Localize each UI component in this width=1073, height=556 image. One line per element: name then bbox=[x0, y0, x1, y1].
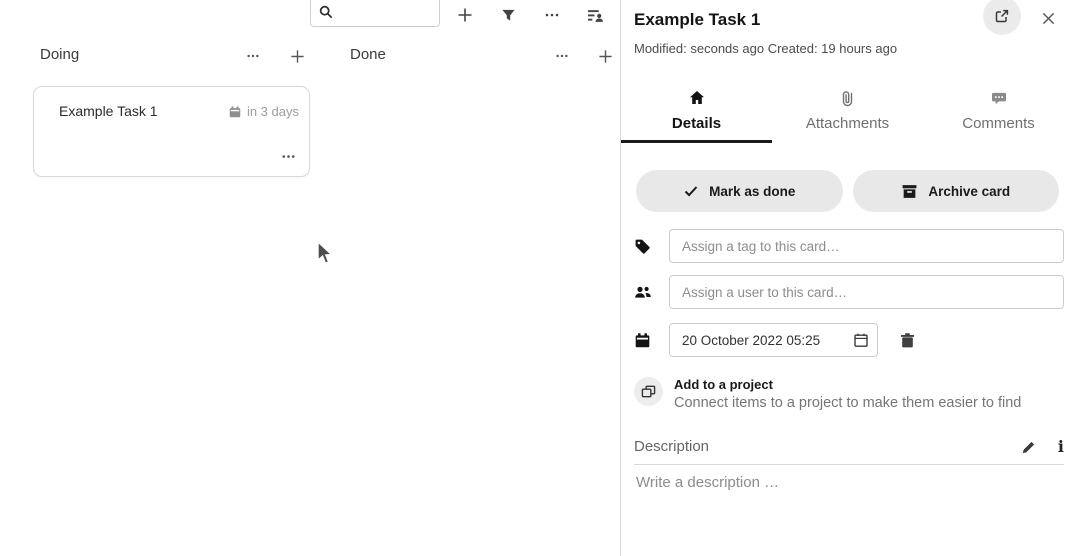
column-done-add-card-button[interactable] bbox=[592, 43, 618, 69]
description-header: Description i bbox=[634, 438, 1064, 465]
archive-card-button[interactable]: Archive card bbox=[853, 170, 1060, 212]
column-title-done: Done bbox=[350, 46, 386, 63]
add-icon bbox=[598, 49, 613, 64]
calendar-icon bbox=[634, 332, 669, 349]
panel-tabs: Details Attachments Comments bbox=[621, 85, 1073, 143]
home-icon bbox=[689, 89, 705, 107]
archive-card-label: Archive card bbox=[928, 184, 1010, 199]
tab-details[interactable]: Details bbox=[621, 85, 772, 143]
add-to-project-subtitle: Connect items to a project to make them … bbox=[674, 395, 1021, 411]
card-details-panel: Example Task 1 Modified: seconds ago Cre… bbox=[620, 0, 1073, 556]
tab-label: Attachments bbox=[806, 115, 889, 132]
tab-attachments[interactable]: Attachments bbox=[772, 85, 923, 143]
due-date-field[interactable]: 20 October 2022 05:25 bbox=[669, 323, 878, 357]
calendar-icon bbox=[228, 105, 242, 119]
tab-label: Comments bbox=[962, 115, 1035, 132]
card-due-label: in 3 days bbox=[247, 104, 299, 119]
due-date-value: 20 October 2022 05:25 bbox=[682, 333, 820, 348]
search-input[interactable] bbox=[310, 0, 440, 27]
user-row bbox=[634, 275, 1064, 309]
panel-title: Example Task 1 bbox=[634, 10, 760, 30]
mark-as-done-label: Mark as done bbox=[709, 184, 795, 199]
search-text[interactable] bbox=[337, 1, 435, 16]
more-icon bbox=[544, 7, 560, 23]
project-icon bbox=[634, 377, 663, 406]
column-doing-add-card-button[interactable] bbox=[284, 43, 310, 69]
check-icon bbox=[683, 183, 699, 199]
card-due-date: in 3 days bbox=[228, 104, 299, 119]
edit-description-button[interactable] bbox=[1021, 440, 1036, 455]
card-list-icon bbox=[587, 7, 604, 24]
date-picker-button[interactable] bbox=[853, 332, 869, 348]
column-doing-menu-button[interactable] bbox=[240, 43, 266, 69]
column-done-menu-button[interactable] bbox=[549, 43, 575, 69]
trash-icon bbox=[899, 332, 916, 349]
board-menu-button[interactable] bbox=[537, 0, 567, 30]
tag-row bbox=[634, 229, 1064, 263]
description-placeholder[interactable]: Write a description … bbox=[636, 474, 779, 491]
tab-label: Details bbox=[672, 115, 721, 132]
assign-user-input[interactable] bbox=[669, 275, 1064, 309]
kanban-board: Doing Done Example Task 1 bbox=[0, 0, 620, 556]
description-info-button[interactable]: i bbox=[1058, 439, 1064, 455]
app-window: Doing Done Example Task 1 bbox=[0, 0, 1073, 556]
description-label: Description bbox=[634, 438, 1021, 455]
export-icon bbox=[994, 8, 1010, 24]
filter-button[interactable] bbox=[493, 0, 523, 30]
open-in-window-button[interactable] bbox=[983, 0, 1021, 35]
more-icon bbox=[555, 49, 569, 63]
more-icon bbox=[246, 49, 260, 63]
close-panel-button[interactable] bbox=[1037, 7, 1059, 29]
add-icon bbox=[290, 49, 305, 64]
card-title: Example Task 1 bbox=[59, 103, 158, 119]
info-icon: i bbox=[1058, 439, 1064, 455]
mark-as-done-button[interactable]: Mark as done bbox=[636, 170, 843, 212]
add-to-project-title: Add to a project bbox=[674, 377, 1021, 392]
archive-icon bbox=[901, 183, 918, 200]
card-details-toggle-button[interactable] bbox=[580, 0, 610, 30]
kanban-card[interactable]: Example Task 1 in 3 days bbox=[33, 86, 310, 177]
calendar-outline-icon bbox=[853, 332, 869, 348]
remove-due-date-button[interactable] bbox=[899, 332, 916, 349]
due-date-row: 20 October 2022 05:25 bbox=[634, 323, 1064, 357]
column-title-doing: Doing bbox=[40, 46, 79, 63]
tab-comments[interactable]: Comments bbox=[923, 85, 1073, 143]
close-icon bbox=[1041, 11, 1056, 26]
add-to-project-row[interactable]: Add to a project Connect items to a proj… bbox=[634, 377, 1064, 411]
search-icon bbox=[319, 5, 333, 19]
cursor-icon bbox=[317, 241, 334, 266]
card-actions: Mark as done Archive card bbox=[636, 170, 1059, 212]
add-icon bbox=[457, 7, 473, 23]
more-icon bbox=[281, 149, 296, 164]
edit-icon bbox=[1021, 440, 1036, 455]
assign-tag-input[interactable] bbox=[669, 229, 1064, 263]
tag-icon bbox=[634, 238, 669, 255]
attachment-icon bbox=[841, 89, 854, 107]
filter-icon bbox=[501, 8, 516, 23]
card-menu-button[interactable] bbox=[281, 149, 296, 164]
comments-icon bbox=[991, 89, 1007, 107]
users-icon bbox=[634, 284, 669, 300]
add-list-button[interactable] bbox=[450, 0, 480, 30]
panel-meta: Modified: seconds ago Created: 19 hours … bbox=[634, 41, 897, 56]
